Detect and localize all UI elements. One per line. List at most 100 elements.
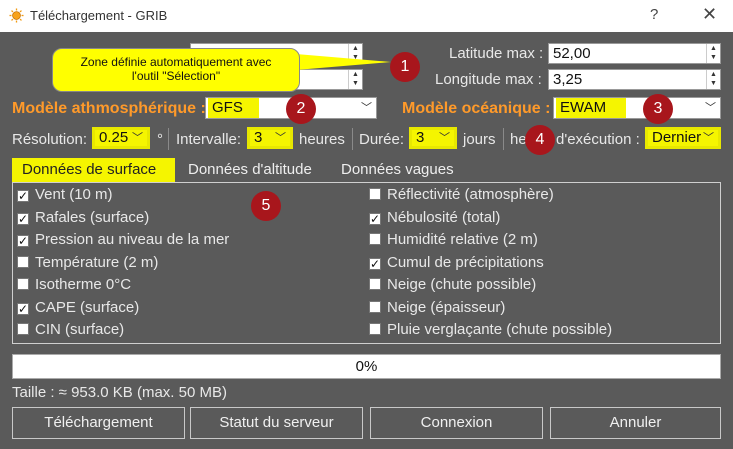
chevron-down-icon: ﹀ [275,132,286,144]
checkbox-item[interactable]: Pluie verglaçante (chute possible) [369,320,612,340]
lon-max-label: Longitude max : [435,71,542,88]
marker-4: 4 [525,125,555,155]
tab-surface[interactable]: Données de surface [12,158,175,182]
lat-max-spinbox[interactable]: 52,00 ▲ ▼ [548,43,721,64]
checkbox-item[interactable]: ✓ Vent (10 m) [17,185,113,205]
surface-data-panel: ✓ Vent (10 m) ✓ Rafales (surface) ✓ Pression … [12,182,721,344]
checkbox-label: CAPE (surface) [35,298,140,316]
checkbox-checked-icon[interactable]: ✓ [17,190,29,202]
checkbox-checked-icon[interactable]: ✓ [17,212,29,225]
checkbox-checked-icon[interactable]: ✓ [17,235,29,247]
checkbox-label: Neige (épaisseur) [387,298,506,316]
ocean-model-value: EWAM [556,98,627,118]
checkbox-unchecked-icon[interactable] [17,323,29,335]
checkbox-unchecked-icon[interactable] [369,233,381,245]
resolution-value: 0.25 [99,129,129,146]
lon-max-value: 3,25 [553,71,583,88]
checkbox-checked-icon[interactable]: ✓ [369,257,381,270]
interval-unit: heures [299,131,345,148]
lat-max-label: Latitude max : [449,45,544,62]
checkbox-label: Rafales (surface) [35,208,150,226]
checkbox-item[interactable]: ✓ CAPE (surface) [17,298,139,318]
close-button[interactable]: ✕ [702,4,717,25]
checkbox-item[interactable]: Température (2 m) [17,253,158,273]
checkbox-item[interactable]: Neige (chute possible) [369,275,536,295]
progress-text: 0% [355,358,378,375]
resolution-select[interactable]: 0.25 ﹀ [92,127,150,149]
atmo-model-label: Modèle athmosphérique : [12,100,206,117]
marker-2: 2 [286,94,316,124]
duration-select[interactable]: 3 ﹀ [409,127,457,149]
checkbox-unchecked-icon[interactable] [17,278,29,290]
checkbox-unchecked-icon[interactable] [17,255,29,268]
checkbox-unchecked-icon[interactable] [369,300,381,313]
marker-3: 3 [643,94,673,124]
lon-min-stepper-icon[interactable]: ▲ ▼ [348,70,362,89]
ocean-model-select[interactable]: EWAM ﹀ [553,97,721,119]
checkbox-label: CIN (surface) [35,321,125,338]
connect-button[interactable]: Connexion [370,407,543,439]
chevron-down-icon: ﹀ [132,132,143,144]
run-label-end: d'exécution : [556,131,640,148]
marker-5: 5 [251,191,281,221]
checkbox-label: Température (2 m) [35,253,159,271]
divider [503,128,504,150]
checkbox-label: Pression au niveau de la mer [35,231,230,248]
checkbox-item[interactable]: ✓ Cumul de précipitations [369,253,544,273]
checkbox-unchecked-icon[interactable] [369,188,381,200]
chevron-down-icon: ﹀ [703,132,714,144]
checkbox-item[interactable]: Neige (épaisseur) [369,298,505,318]
lat-max-stepper-icon[interactable]: ▲ ▼ [706,44,720,63]
divider [352,128,353,150]
checkbox-item[interactable]: Isotherme 0°C [17,275,131,295]
checkbox-unchecked-icon[interactable] [369,278,381,290]
checkbox-checked-icon[interactable]: ✓ [369,212,381,225]
server-status-button[interactable]: Statut du serveur [190,407,363,439]
tab-altitude[interactable]: Données d'altitude [178,158,322,182]
run-select[interactable]: Dernier ﹀ [645,127,721,149]
checkbox-item[interactable]: ✓ Nébulosité (total) [369,208,500,228]
callout-line-2: l'outil "Sélection" [131,69,221,83]
interval-select[interactable]: 3 ﹀ [247,127,293,149]
atmo-model-value: GFS [208,98,259,118]
checkbox-item[interactable]: Réflectivité (atmosphère) [369,185,554,205]
checkbox-item[interactable]: ✓ Pression au niveau de la mer [17,230,229,250]
checkbox-item[interactable]: ✓ Rafales (surface) [17,208,149,228]
duration-label: Durée: [359,131,405,148]
download-button[interactable]: Téléchargement [12,407,185,439]
checkbox-label: Pluie verglaçante (chute possible) [387,321,613,338]
duration-value: 3 [416,129,425,146]
lon-max-spinbox[interactable]: 3,25 ▲ ▼ [548,69,721,90]
selection-callout: Zone définie automatiquement avec l'outi… [52,48,300,92]
title-bar: Téléchargement - GRIB ? ✕ [0,0,733,32]
checkbox-label: Cumul de précipitations [387,253,544,271]
tab-waves[interactable]: Données vagues [331,158,464,182]
checkbox-unchecked-icon[interactable] [369,323,381,335]
window-title: Téléchargement - GRIB [30,8,168,23]
size-info: Taille : ≈ 953.0 KB (max. 50 MB) [12,384,227,401]
checkbox-checked-icon[interactable]: ✓ [17,302,29,315]
checkbox-item[interactable]: Humidité relative (2 m) [369,230,538,250]
resolution-label: Résolution: [12,131,88,148]
checkbox-label: Neige (chute possible) [387,276,537,293]
run-value: Dernier [652,129,702,146]
checkbox-label: Humidité relative (2 m) [387,231,538,248]
marker-1: 1 [390,52,420,82]
lon-max-stepper-icon[interactable]: ▲ ▼ [706,70,720,89]
sun-icon [9,8,24,23]
checkbox-label: Nébulosité (total) [387,208,501,226]
chevron-down-icon: ﹀ [439,132,450,144]
lat-max-value: 52,00 [553,45,591,62]
progress-bar: 0% [12,354,721,379]
help-button[interactable]: ? [650,6,658,23]
resolution-unit: ° [157,131,163,148]
interval-value: 3 [254,129,263,146]
chevron-down-icon: ﹀ [361,102,372,114]
chevron-down-icon: ﹀ [705,102,716,114]
checkbox-label: Vent (10 m) [35,186,113,203]
callout-pointer [296,54,391,70]
divider [168,128,169,150]
checkbox-label: Isotherme 0°C [35,276,132,293]
checkbox-item[interactable]: CIN (surface) [17,320,124,340]
cancel-button[interactable]: Annuler [550,407,721,439]
